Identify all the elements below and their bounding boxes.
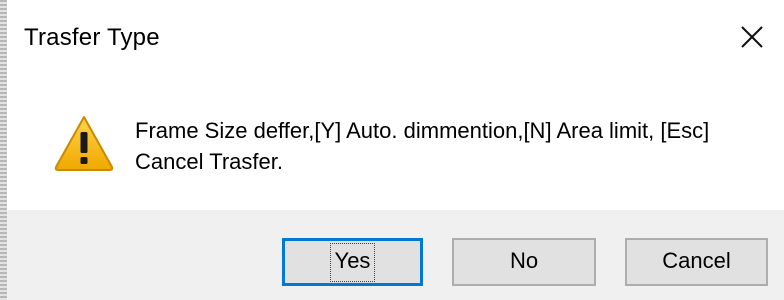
- dialog-content: Frame Size deffer,[Y] Auto. dimmention,[…: [7, 82, 784, 210]
- message-line-1: Frame Size deffer,[Y] Auto. dimmention,[…: [135, 118, 710, 143]
- dialog-message: Frame Size deffer,[Y] Auto. dimmention,[…: [135, 115, 775, 177]
- cancel-button[interactable]: Cancel: [625, 238, 768, 286]
- cancel-button-label: Cancel: [662, 247, 731, 273]
- no-button-label: No: [509, 247, 539, 273]
- message-dialog: Trasfer Type Frame Size deffer,[Y] Auto.…: [0, 0, 784, 300]
- no-button[interactable]: No: [452, 238, 596, 286]
- dialog-title: Trasfer Type: [24, 24, 160, 51]
- close-icon: [741, 26, 763, 48]
- warning-icon: [54, 116, 114, 171]
- message-line-2: Cancel Trasfer.: [135, 149, 283, 174]
- close-button[interactable]: [720, 9, 784, 65]
- yes-button[interactable]: Yes: [282, 238, 423, 286]
- button-bar: Yes No Cancel: [7, 210, 784, 300]
- yes-button-label: Yes: [329, 242, 376, 282]
- background-window-edge: [0, 0, 7, 300]
- title-bar[interactable]: Trasfer Type: [7, 0, 784, 82]
